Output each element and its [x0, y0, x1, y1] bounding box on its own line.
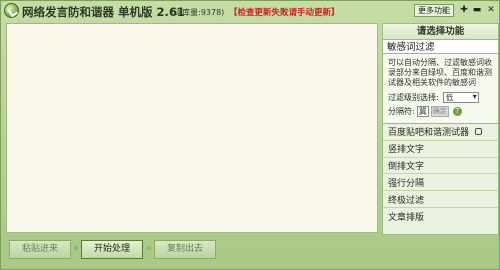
- panel-item-label: 竖排文字: [388, 145, 425, 156]
- help-icon[interactable]: ?: [452, 106, 462, 116]
- filter-level-label: 过滤级别选择:: [388, 92, 439, 102]
- more-functions-button[interactable]: 更多功能: [414, 4, 454, 17]
- external-window-icon: [475, 128, 483, 136]
- start-processing-button[interactable]: 开始处理: [81, 240, 143, 259]
- app-window: 网络发言防和谐器 单机版 2.61 (词库量:9378) 【检查更新失败请手动更…: [0, 0, 500, 270]
- paste-in-button[interactable]: 粘贴进来: [9, 240, 71, 259]
- update-link[interactable]: 【检查更新失败请手动更新】: [229, 6, 340, 18]
- panel-item-sensitive-filter[interactable]: 敏感词过滤: [383, 39, 498, 54]
- app-title: 网络发言防和谐器 单机版 2.61: [22, 5, 185, 19]
- panel-item-label: 终极过滤: [388, 195, 425, 206]
- separator-input[interactable]: 冀: [416, 105, 429, 117]
- separator-label: 分隔符:: [388, 106, 415, 116]
- word-count-label: (词库量:9378): [171, 8, 225, 17]
- pin-icon[interactable]: ✚: [458, 4, 470, 16]
- panel-item-label: 倒排文字: [388, 161, 425, 172]
- filter-level-row: 过滤级别选择: 低: [383, 90, 498, 104]
- chevron-right-icon: »: [146, 243, 153, 254]
- panel-item-article-layout[interactable]: 文章排版: [383, 207, 498, 225]
- panel-item-force-separate[interactable]: 强行分隔: [383, 174, 498, 192]
- panel-header: 请选择功能: [383, 24, 498, 39]
- panel-item-label: 强行分隔: [388, 178, 425, 189]
- chevron-right-icon: »: [73, 243, 80, 254]
- text-editor[interactable]: [6, 23, 378, 233]
- panel-description: 可以自动分隔、过滤敏感词收录部分来自绿坝、百度和谐测试器及相关软件的敏感词: [383, 54, 498, 90]
- panel-item-label: 文章排版: [388, 212, 425, 223]
- minimize-icon[interactable]: ▬: [471, 4, 483, 16]
- filter-level-select[interactable]: 低: [442, 91, 479, 103]
- panel-item-reverse-text[interactable]: 倒排文字: [383, 157, 498, 175]
- app-logo-icon: [4, 3, 19, 18]
- panel-item-label: 百度贴吧和谐测试器: [388, 128, 470, 139]
- function-panel: 请选择功能 敏感词过滤 可以自动分隔、过滤敏感词收录部分来自绿坝、百度和谐测试器…: [382, 23, 499, 235]
- confirm-button[interactable]: 确定: [430, 105, 449, 117]
- copy-out-button[interactable]: 复制出去: [154, 240, 216, 259]
- close-icon[interactable]: ✕: [485, 4, 497, 16]
- panel-item-baidu-tester[interactable]: 百度贴吧和谐测试器: [383, 124, 498, 141]
- panel-item-ultimate-filter[interactable]: 终极过滤: [383, 191, 498, 208]
- separator-row: 分隔符: 冀 确定 ?: [383, 104, 498, 118]
- title-bar: 网络发言防和谐器 单机版 2.61 (词库量:9378) 【检查更新失败请手动更…: [1, 1, 500, 21]
- panel-item-vertical-text[interactable]: 竖排文字: [383, 140, 498, 158]
